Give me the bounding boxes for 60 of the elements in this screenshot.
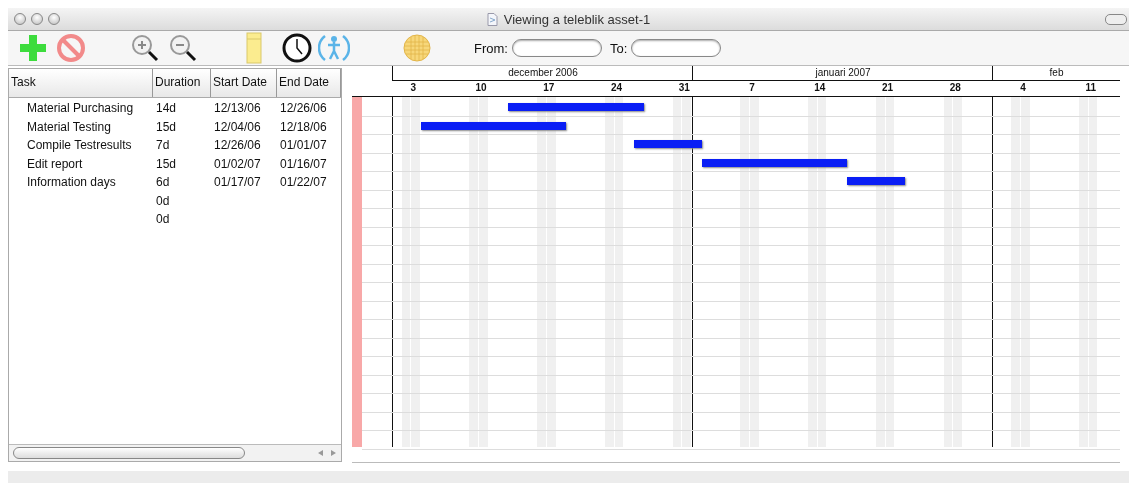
to-label: To: [609, 40, 628, 56]
day-label: 14 [814, 82, 826, 93]
day-label: 17 [543, 82, 555, 93]
task-bar[interactable] [421, 121, 567, 130]
window-title: Viewing a teleblik asset-1 [503, 11, 651, 27]
minimize-button[interactable] [31, 13, 43, 25]
table-cell-text: 12/26/06 [213, 138, 262, 153]
table-cell-text: 12/04/06 [213, 119, 262, 134]
table-cell-text: 0d [155, 193, 171, 208]
table-cell-text: 01/17/07 [213, 175, 262, 190]
table-cell-text: 01/02/07 [213, 156, 262, 171]
table-cell-text: 01/22/07 [279, 175, 328, 190]
day-label: 21 [882, 82, 894, 93]
add-icon[interactable] [18, 33, 48, 63]
person-icon[interactable] [318, 33, 350, 63]
table-cell-text: 6d [155, 175, 171, 190]
task-bar[interactable] [701, 158, 847, 167]
day-label: 24 [611, 82, 623, 93]
zoom-in-icon[interactable] [130, 33, 160, 63]
table-cell-text: 12/13/06 [213, 101, 262, 116]
scrollbar-thumb[interactable] [13, 447, 245, 459]
table-cell-text: Compile Testresults [26, 138, 133, 153]
clock-icon[interactable] [282, 33, 312, 63]
from-date-field[interactable] [511, 39, 602, 57]
day-label: 7 [749, 82, 755, 93]
day-label: 28 [949, 82, 961, 93]
table-cell-text: 12/18/06 [279, 119, 328, 134]
month-label: feb [1049, 67, 1064, 78]
column-header[interactable]: Start Date [211, 69, 277, 97]
column-header[interactable]: End Date [277, 69, 341, 97]
table-cell-text: Edit report [26, 156, 84, 171]
table-cell-text: 15d [155, 156, 178, 171]
grid-globe-icon[interactable] [402, 33, 432, 63]
column-header[interactable]: Duration [153, 69, 211, 97]
to-date-field[interactable] [631, 39, 722, 57]
toolbar-toggle-button[interactable] [1105, 13, 1127, 25]
cancel-icon[interactable] [56, 33, 86, 63]
from-label: From: [474, 40, 508, 56]
table-cell-text: Material Testing [26, 119, 112, 134]
day-label: 31 [678, 82, 690, 93]
day-label: 4 [1020, 82, 1026, 93]
table-cell-text: Information days [26, 175, 117, 190]
zoom-button[interactable] [48, 13, 60, 25]
document-icon [486, 12, 498, 26]
day-label: 3 [410, 82, 417, 93]
table-cell-text: 14d [155, 101, 178, 116]
day-label: 11 [1085, 82, 1097, 93]
table-cell-text: 0d [155, 212, 171, 227]
table-cell-text: 15d [155, 119, 178, 134]
day-label: 10 [475, 82, 487, 93]
close-button[interactable] [14, 13, 26, 25]
table-cell-text: 01/16/07 [279, 156, 328, 171]
month-label: januari 2007 [815, 67, 871, 78]
table-cell-text: Material Purchasing [26, 101, 135, 116]
month-label: december 2006 [508, 67, 578, 78]
table-cell-text: 7d [155, 138, 171, 153]
zoom-out-icon[interactable] [168, 33, 198, 63]
column-header[interactable]: Task [9, 69, 153, 97]
table-cell-text: 12/26/06 [279, 101, 328, 116]
table-cell-text: 01/01/07 [279, 138, 328, 153]
